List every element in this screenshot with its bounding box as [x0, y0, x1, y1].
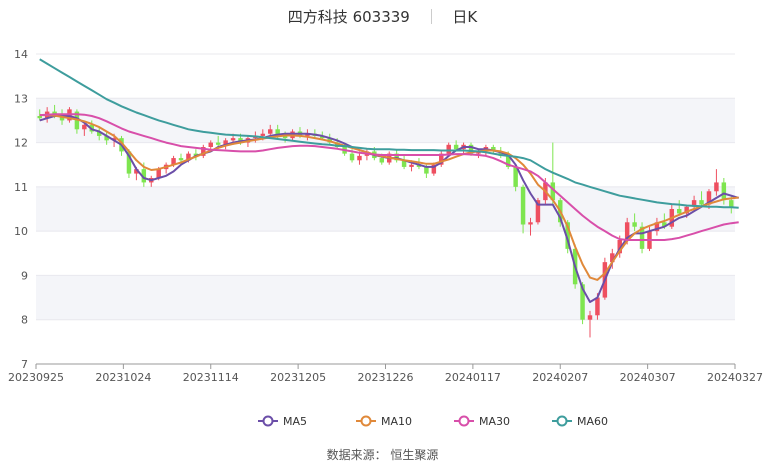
candle-body	[82, 124, 87, 130]
legend-label: MA60	[577, 415, 608, 428]
legend-swatch-marker	[556, 415, 568, 427]
y-tick-label: 10	[14, 225, 28, 238]
candle-body	[424, 166, 429, 174]
candle-body	[208, 142, 213, 147]
candle-body	[714, 182, 719, 192]
legend: MA5 MA10 MA30 MA60	[258, 415, 608, 428]
legend-label: MA5	[283, 415, 307, 428]
candle-body	[357, 155, 362, 161]
candle-body	[215, 142, 221, 145]
candle-body	[230, 138, 236, 141]
x-tick-label: 20230925	[8, 371, 64, 384]
x-tick-label: 20240207	[532, 371, 588, 384]
legend-swatch-marker	[262, 415, 274, 427]
candle-body	[37, 116, 42, 119]
candle-body	[520, 186, 526, 225]
legend-item-ma30[interactable]: MA30	[454, 415, 510, 428]
candle-body	[453, 144, 459, 150]
x-tick-label: 20231024	[95, 371, 151, 384]
candle-body	[409, 164, 414, 167]
candle-body	[699, 200, 704, 205]
legend-label: MA10	[381, 415, 412, 428]
x-tick-label: 20240327	[707, 371, 763, 384]
candle-body	[676, 209, 682, 214]
legend-label: MA30	[479, 415, 510, 428]
y-tick-label: 9	[21, 269, 28, 282]
candle-body	[178, 158, 184, 161]
y-tick-label: 7	[21, 358, 28, 371]
legend-swatch-marker	[458, 415, 470, 427]
x-tick-label: 20231205	[270, 371, 326, 384]
grid-band	[36, 186, 735, 232]
kline-chart: 7891011121314 20230925 20231024 20231114 20…	[8, 48, 763, 428]
candle-body	[632, 222, 637, 227]
candle-body	[528, 222, 533, 225]
background-bands	[36, 98, 735, 320]
y-tick-label: 8	[21, 314, 28, 327]
candle-body	[729, 200, 734, 207]
x-tick-label: 20240307	[620, 371, 676, 384]
candle-body	[587, 315, 593, 320]
data-source: 数据来源： 恒生聚源	[326, 448, 439, 462]
candle-body	[379, 158, 385, 163]
candle-body	[260, 133, 266, 136]
x-axis: 20230925 20231024 20231114 20231205 20231226…	[8, 363, 763, 384]
legend-item-ma5[interactable]: MA5	[258, 415, 307, 428]
legend-swatch-marker	[360, 415, 372, 427]
y-tick-label: 13	[14, 92, 28, 105]
y-tick-label: 11	[14, 181, 28, 194]
x-tick-label: 20231226	[358, 371, 414, 384]
legend-item-ma60[interactable]: MA60	[552, 415, 608, 428]
candle-body	[446, 144, 451, 154]
y-tick-label: 12	[14, 137, 28, 150]
legend-item-ma10[interactable]: MA10	[356, 415, 412, 428]
candle-body	[349, 153, 355, 161]
candle-body	[595, 297, 600, 316]
candle-body	[721, 182, 727, 201]
x-tick-label: 20231114	[183, 371, 239, 384]
y-tick-label: 14	[14, 48, 28, 61]
y-axis: 7 8 9 10 11 12 13 14	[14, 48, 28, 371]
x-tick-label: 20240117	[445, 371, 501, 384]
candle-body	[268, 129, 273, 134]
grid-band	[36, 275, 735, 320]
